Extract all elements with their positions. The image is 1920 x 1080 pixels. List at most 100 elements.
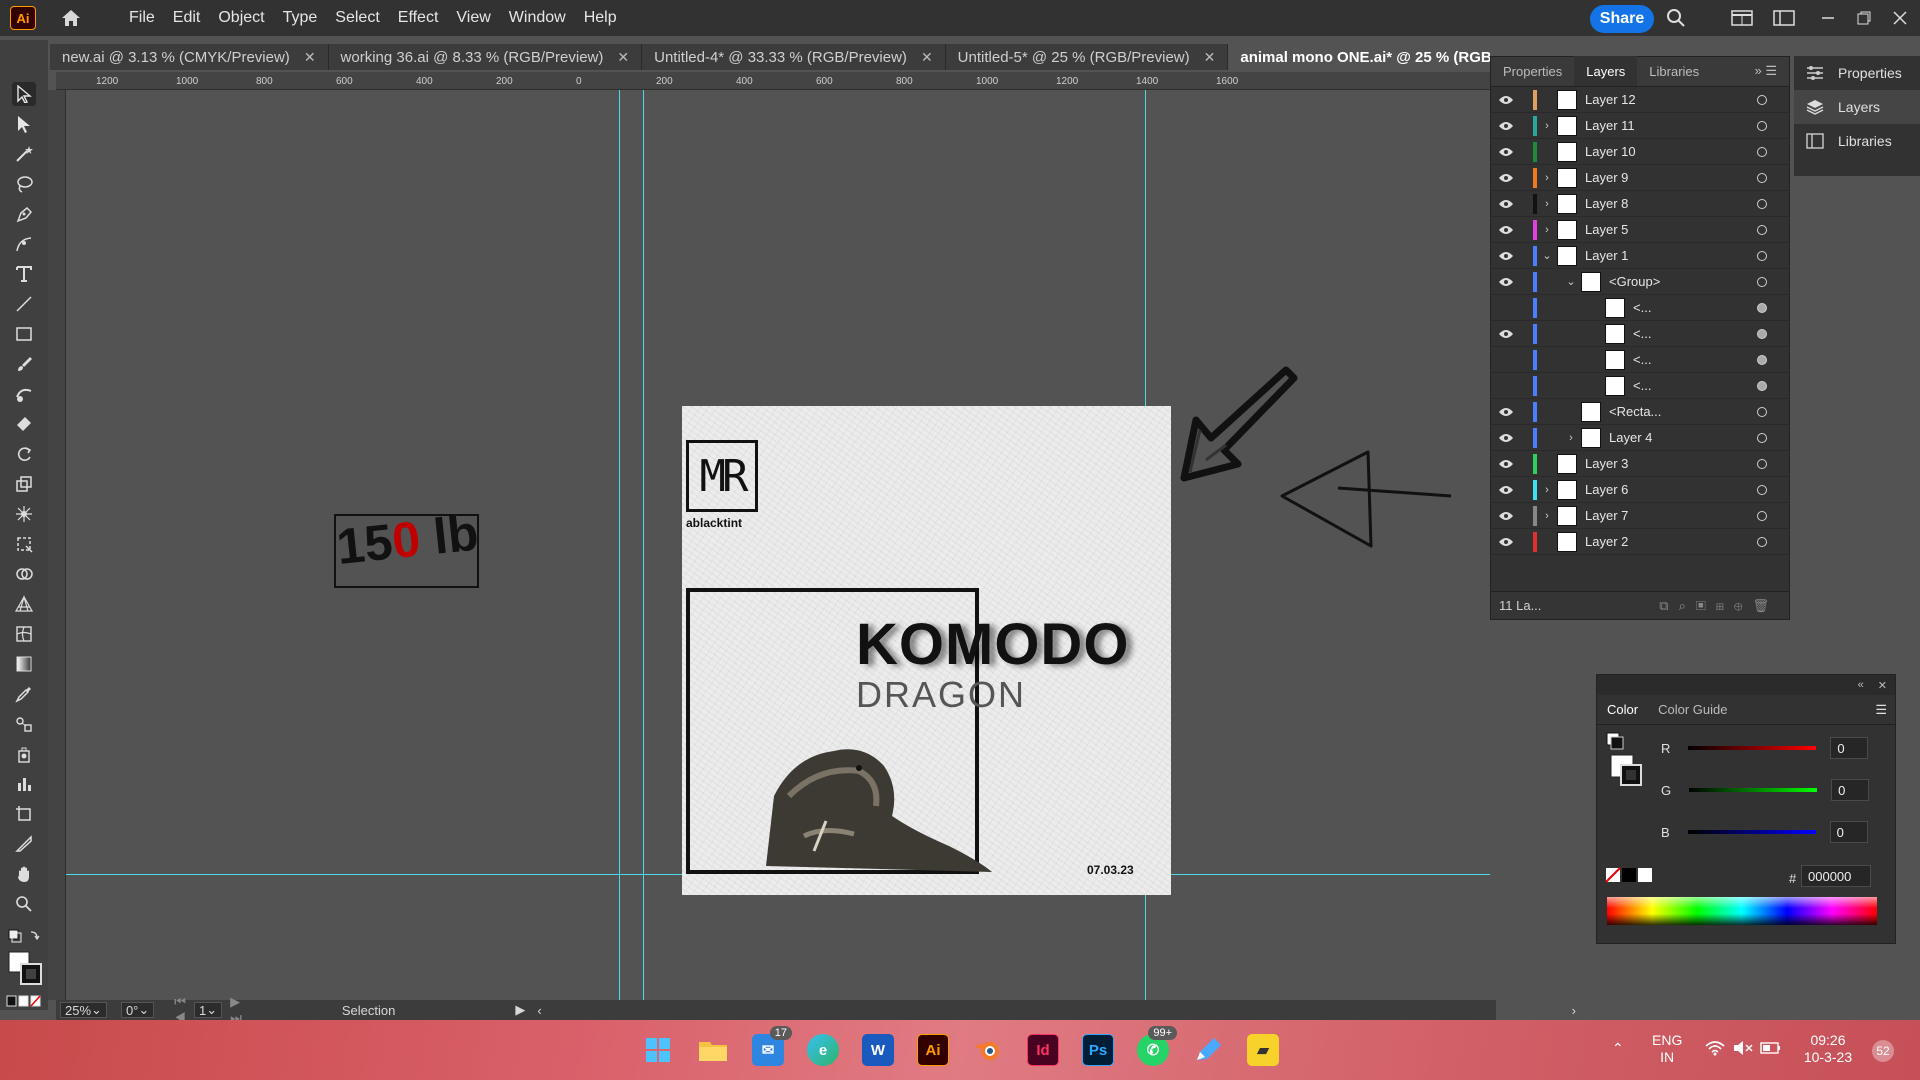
dock-properties[interactable]: Properties bbox=[1794, 56, 1920, 90]
free-transform-tool-icon[interactable] bbox=[12, 532, 36, 556]
green-value[interactable]: 0 bbox=[1831, 779, 1870, 801]
close-window-icon[interactable] bbox=[1888, 7, 1912, 29]
layer-name[interactable]: Layer 3 bbox=[1585, 456, 1628, 471]
document-tab[interactable]: animal mono ONE.ai* @ 25 % (RGB/Preview) bbox=[1228, 44, 1490, 70]
layer-target-icon[interactable] bbox=[1757, 302, 1767, 313]
expand-chevron-icon[interactable]: › bbox=[1537, 172, 1557, 184]
mesh-tool-icon[interactable] bbox=[12, 622, 36, 646]
edge-browser-icon[interactable]: e bbox=[807, 1034, 839, 1066]
expand-chevron-icon[interactable]: › bbox=[1537, 198, 1557, 210]
layer-name[interactable]: Layer 1 bbox=[1585, 248, 1628, 263]
layer-target-icon[interactable] bbox=[1757, 380, 1767, 391]
menu-object[interactable]: Object bbox=[209, 0, 273, 36]
document-tab[interactable]: new.ai @ 3.13 % (CMYK/Preview) ✕ bbox=[50, 44, 329, 70]
panel-tab-libraries[interactable]: Libraries bbox=[1637, 56, 1711, 86]
close-tab-icon[interactable]: ✕ bbox=[921, 49, 933, 66]
layer-row[interactable]: <... bbox=[1491, 347, 1789, 373]
magic-wand-icon[interactable] bbox=[12, 142, 36, 166]
layer-name[interactable]: <... bbox=[1633, 300, 1651, 315]
sketched-arrow-outline[interactable] bbox=[1276, 446, 1456, 556]
document-tab[interactable]: Untitled-5* @ 25 % (RGB/Preview) ✕ bbox=[946, 44, 1229, 70]
green-track[interactable] bbox=[1689, 788, 1818, 792]
visibility-eye-icon[interactable] bbox=[1491, 511, 1521, 521]
color-spectrum[interactable] bbox=[1607, 897, 1877, 925]
layer-name[interactable]: Layer 2 bbox=[1585, 534, 1628, 549]
symbol-sprayer-tool-icon[interactable] bbox=[12, 742, 36, 766]
layer-target-icon[interactable] bbox=[1757, 198, 1767, 209]
expand-chevron-icon[interactable]: › bbox=[1561, 432, 1581, 444]
panel-menu-icon[interactable]: » ☰ bbox=[1743, 56, 1790, 86]
notification-count[interactable]: 52 bbox=[1872, 1040, 1894, 1062]
workspace-icon[interactable] bbox=[1772, 7, 1796, 29]
layer-row[interactable]: › Layer 8 bbox=[1491, 191, 1789, 217]
close-tab-icon[interactable]: ✕ bbox=[1204, 49, 1216, 66]
close-tab-icon[interactable]: ✕ bbox=[304, 49, 316, 66]
layer-target-icon[interactable] bbox=[1757, 536, 1767, 547]
show-hidden-icons-icon[interactable]: ⌃ bbox=[1612, 1040, 1624, 1057]
layer-name[interactable]: Layer 11 bbox=[1585, 118, 1635, 133]
layer-row[interactable]: <... bbox=[1491, 321, 1789, 347]
word-icon[interactable]: W bbox=[862, 1034, 894, 1066]
eyedropper-tool-icon[interactable] bbox=[12, 682, 36, 706]
visibility-eye-icon[interactable] bbox=[1491, 407, 1521, 417]
poster-subtitle[interactable]: DRAGON bbox=[856, 674, 1026, 716]
canvas[interactable]: 150 lb MR ablacktint KOMODO DRAGON 07.03… bbox=[66, 90, 1490, 1000]
paintbrush-tool-icon[interactable] bbox=[12, 352, 36, 376]
scroll-right-icon[interactable]: › bbox=[1572, 1003, 1576, 1018]
rectangle-tool-icon[interactable] bbox=[12, 322, 36, 346]
layer-target-icon[interactable] bbox=[1757, 484, 1767, 495]
layer-row[interactable]: › Layer 6 bbox=[1491, 477, 1789, 503]
layer-target-icon[interactable] bbox=[1757, 276, 1767, 287]
visibility-eye-icon[interactable] bbox=[1491, 95, 1521, 105]
layer-row[interactable]: › Layer 4 bbox=[1491, 425, 1789, 451]
red-value[interactable]: 0 bbox=[1830, 737, 1869, 759]
layer-name[interactable]: <... bbox=[1633, 326, 1651, 341]
dock-libraries[interactable]: Libraries bbox=[1794, 124, 1920, 158]
visibility-eye-icon[interactable] bbox=[1491, 251, 1521, 261]
illustrator-taskbar-icon[interactable]: Ai bbox=[917, 1034, 949, 1066]
photoshop-icon[interactable]: Ps bbox=[1082, 1034, 1114, 1066]
blender-icon[interactable] bbox=[972, 1034, 1004, 1066]
red-track[interactable] bbox=[1688, 746, 1817, 750]
mail-icon[interactable]: ✉ 17 bbox=[752, 1026, 792, 1066]
layer-name[interactable]: Layer 8 bbox=[1585, 196, 1628, 211]
layer-row[interactable]: Layer 10 bbox=[1491, 139, 1789, 165]
menu-type[interactable]: Type bbox=[274, 0, 327, 36]
layer-row[interactable]: <... bbox=[1491, 373, 1789, 399]
layer-target-icon[interactable] bbox=[1757, 328, 1767, 339]
dock-layers[interactable]: Layers bbox=[1794, 90, 1920, 124]
artboard[interactable]: MR ablacktint KOMODO DRAGON 07.03.23 bbox=[682, 406, 1171, 895]
clock[interactable]: 09:26 10-3-23 bbox=[1798, 1032, 1858, 1066]
green-slider[interactable]: G 0 bbox=[1661, 775, 1891, 805]
color-mode-icon[interactable] bbox=[6, 994, 42, 1008]
shape-builder-tool-icon[interactable] bbox=[12, 562, 36, 586]
layer-target-icon[interactable] bbox=[1757, 224, 1767, 235]
line-tool-icon[interactable] bbox=[12, 292, 36, 316]
vertical-ruler[interactable] bbox=[48, 90, 66, 1000]
home-icon[interactable] bbox=[58, 6, 84, 30]
expand-chevron-icon[interactable]: › bbox=[1537, 120, 1557, 132]
fill-stroke-swatch-icon[interactable] bbox=[6, 948, 44, 988]
close-tab-icon[interactable]: ✕ bbox=[617, 49, 629, 66]
close-icon[interactable]: ✕ bbox=[1878, 679, 1887, 692]
layer-name[interactable]: Layer 7 bbox=[1585, 508, 1628, 523]
poster-date[interactable]: 07.03.23 bbox=[1087, 863, 1134, 877]
layer-name[interactable]: <... bbox=[1633, 378, 1651, 393]
expand-chevron-icon[interactable]: › bbox=[1537, 510, 1557, 522]
pen-tool-icon[interactable] bbox=[12, 202, 36, 226]
layer-row[interactable]: › Layer 9 bbox=[1491, 165, 1789, 191]
blend-tool-icon[interactable] bbox=[12, 712, 36, 736]
type-tool-icon[interactable] bbox=[12, 262, 36, 286]
layer-row[interactable]: Layer 3 bbox=[1491, 451, 1789, 477]
layer-target-icon[interactable] bbox=[1757, 120, 1767, 131]
layer-row[interactable]: Layer 12 bbox=[1491, 87, 1789, 113]
visibility-eye-icon[interactable] bbox=[1491, 277, 1521, 287]
panel-menu-icon[interactable]: ☰ bbox=[1875, 702, 1887, 718]
layer-target-icon[interactable] bbox=[1757, 406, 1767, 417]
share-button[interactable]: Share bbox=[1590, 5, 1654, 33]
minimize-icon[interactable] bbox=[1816, 7, 1840, 29]
layer-target-icon[interactable] bbox=[1757, 458, 1767, 469]
language-indicator[interactable]: ENG IN bbox=[1652, 1032, 1682, 1066]
visibility-eye-icon[interactable] bbox=[1491, 459, 1521, 469]
panel-tab-layers[interactable]: Layers bbox=[1574, 56, 1638, 86]
